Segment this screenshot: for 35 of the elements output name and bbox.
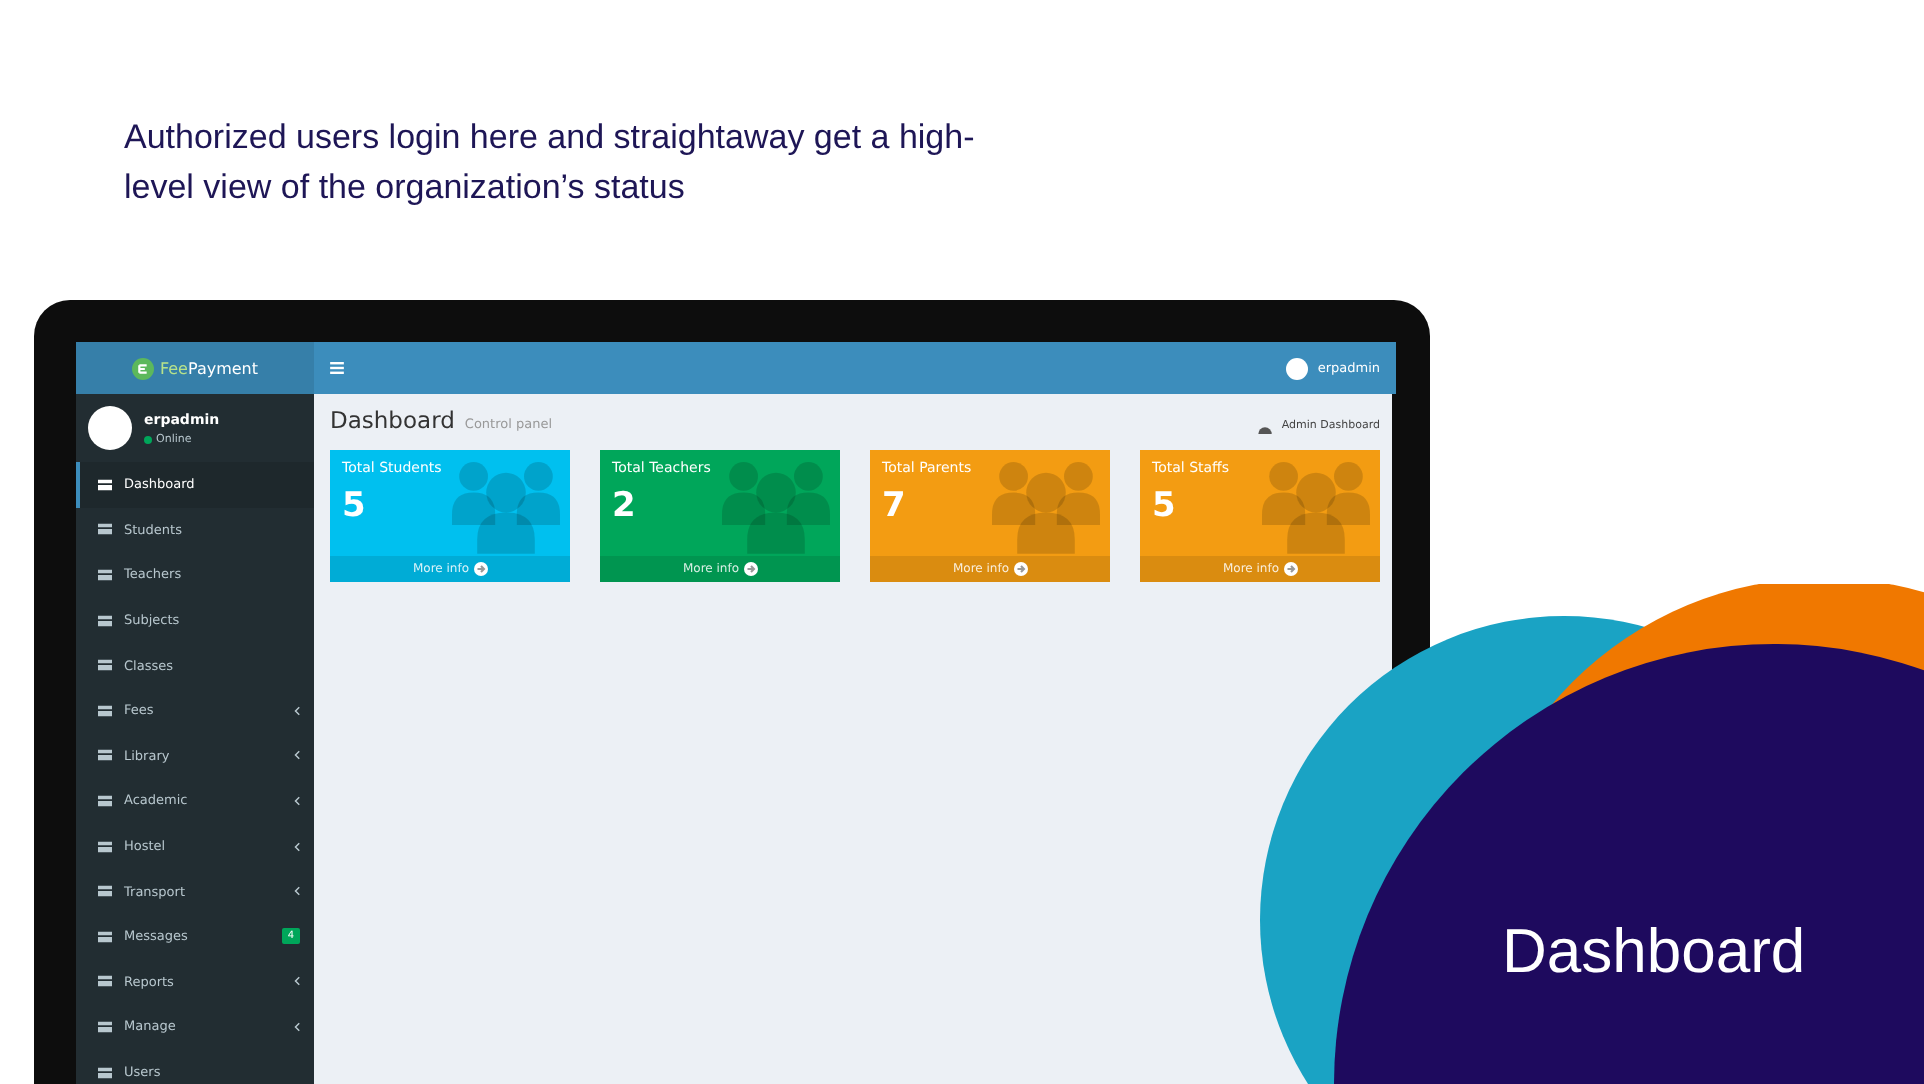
menu-icon[interactable] bbox=[330, 362, 344, 374]
menu-icon bbox=[98, 974, 112, 989]
menu-icon bbox=[98, 613, 112, 628]
menu-icon bbox=[98, 1065, 112, 1080]
card-value: 2 bbox=[612, 486, 638, 526]
menu-icon bbox=[98, 567, 112, 582]
menu-icon bbox=[98, 477, 112, 492]
card-value: 5 bbox=[342, 486, 368, 526]
avatar[interactable] bbox=[1285, 357, 1308, 379]
arrow-circle-icon bbox=[1283, 562, 1298, 576]
logo-icon bbox=[131, 357, 154, 379]
menu-icon bbox=[98, 793, 112, 808]
menu-icon bbox=[98, 522, 112, 537]
arrow-circle-icon bbox=[473, 562, 488, 576]
slide-label: Dashboard bbox=[1502, 916, 1806, 988]
menu-icon bbox=[98, 839, 112, 854]
menu-icon bbox=[98, 658, 112, 673]
menu-icon bbox=[98, 929, 112, 944]
brand-name: FeePayment bbox=[159, 359, 259, 377]
people-icon bbox=[722, 460, 830, 554]
menu-icon bbox=[98, 884, 112, 899]
card-value: 7 bbox=[882, 486, 908, 526]
dashboard-icon bbox=[1257, 423, 1272, 433]
page-title: Dashboard bbox=[330, 406, 455, 434]
people-icon bbox=[992, 460, 1100, 554]
arrow-circle-icon bbox=[743, 562, 758, 576]
people-icon bbox=[1262, 460, 1370, 554]
menu-icon bbox=[98, 703, 112, 718]
menu-icon bbox=[98, 748, 112, 763]
intro-text: Authorized users login here and straightaway get a high-level view of the organization’s status bbox=[124, 116, 977, 210]
card-value: 5 bbox=[1152, 486, 1178, 526]
arrow-circle-icon bbox=[1013, 562, 1028, 576]
people-icon bbox=[452, 460, 560, 554]
menu-icon bbox=[98, 1019, 112, 1034]
avatar bbox=[88, 406, 132, 450]
